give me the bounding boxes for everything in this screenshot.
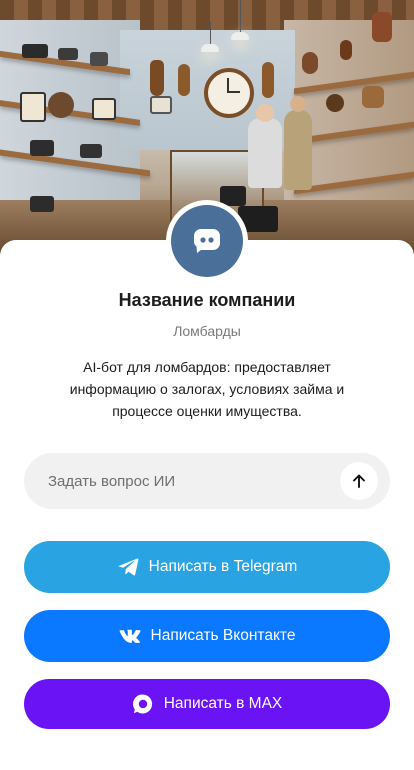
vk-icon xyxy=(119,625,141,647)
wall-clock-icon xyxy=(204,68,254,118)
max-button[interactable]: Написать в MAX xyxy=(24,679,390,729)
vk-button-label: Написать Вконтакте xyxy=(150,627,296,644)
company-profile-page: Название компании Ломбарды AI-бот для ло… xyxy=(0,0,414,770)
arrow-up-icon xyxy=(353,474,365,488)
send-button[interactable] xyxy=(340,462,378,500)
telegram-icon xyxy=(117,556,139,578)
vk-button[interactable]: Написать Вконтакте xyxy=(24,610,390,662)
ask-ai-field[interactable] xyxy=(24,453,390,509)
ask-ai-input[interactable] xyxy=(48,453,348,509)
company-category: Ломбарды xyxy=(173,323,241,339)
company-description: AI-бот для ломбардов: предоставляет инфо… xyxy=(69,359,345,419)
chat-bubble-icon xyxy=(194,229,220,253)
company-name: Название компании xyxy=(118,290,296,310)
telegram-button[interactable]: Написать в Telegram xyxy=(24,541,390,593)
max-button-label: Написать в MAX xyxy=(163,695,283,712)
max-icon xyxy=(132,693,154,715)
telegram-button-label: Написать в Telegram xyxy=(148,558,298,575)
